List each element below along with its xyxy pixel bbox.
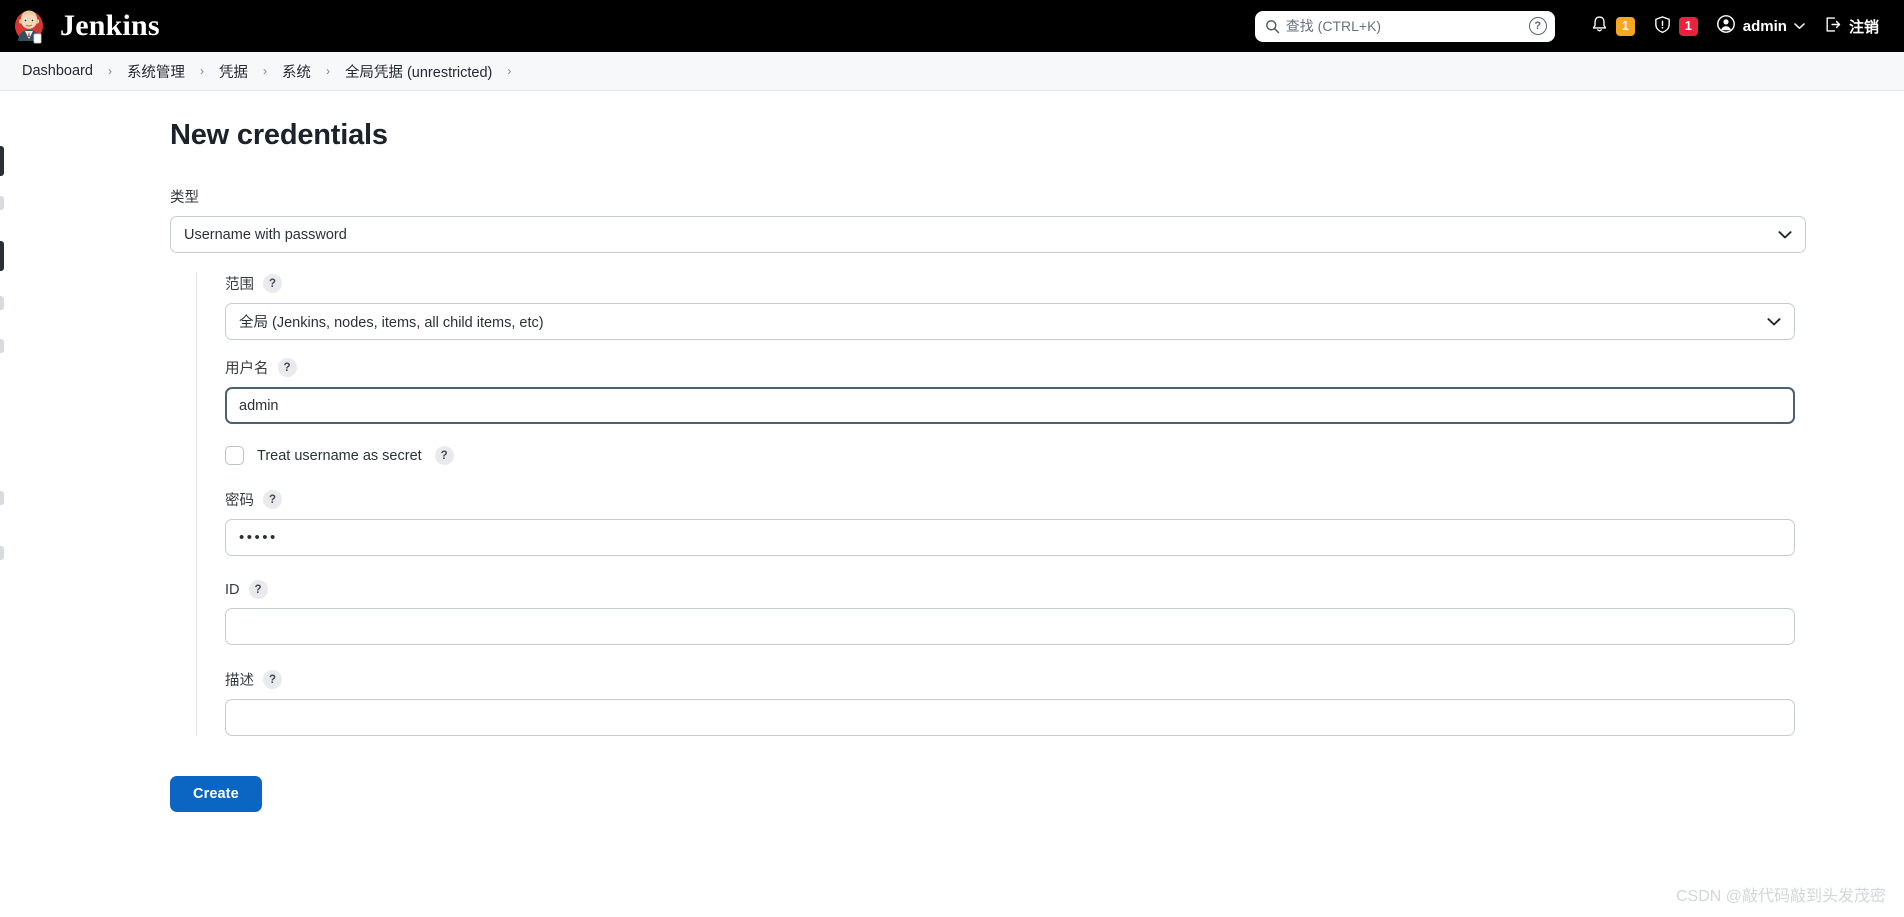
description-label: 描述 [225,673,254,689]
description-label-row: 描述 ? [225,669,1904,690]
security-warnings-button[interactable]: 1 [1644,9,1707,43]
username-help-icon[interactable]: ? [277,358,297,377]
breadcrumb-item-global-credentials[interactable]: 全局凭据 (unrestricted) [341,58,496,85]
app-header: Jenkins ? 1 [0,0,1904,52]
header-actions: 1 1 admin 注销 [1581,9,1888,43]
notifications-button[interactable]: 1 [1581,9,1644,43]
security-count-badge: 1 [1678,16,1698,36]
treat-username-as-secret-label: Treat username as secret [257,447,422,464]
scope-label: 范围 [225,277,254,293]
notifications-count-badge: 1 [1615,16,1635,36]
field-kind: 类型 Username with password [170,186,1904,253]
user-circle-icon [1716,14,1736,38]
kind-select[interactable]: Username with password [170,216,1806,253]
bell-icon [1590,15,1609,38]
field-scope: 范围 ? 全局 (Jenkins, nodes, items, all chil… [225,273,1904,340]
id-label-row: ID ? [225,580,1904,599]
scope-label-row: 范围 ? [225,273,1904,294]
password-label-row: 密码 ? [225,489,1904,510]
search-box[interactable]: ? [1254,10,1555,42]
user-name-label: admin [1742,17,1787,35]
chevron-down-icon [1778,230,1792,239]
scope-select[interactable]: 全局 (Jenkins, nodes, items, all child ite… [225,303,1795,340]
user-menu-button[interactable]: admin [1707,9,1814,43]
logout-button[interactable]: 注销 [1814,9,1888,43]
field-username: 用户名 ? admin [225,357,1904,424]
create-button[interactable]: Create [170,776,262,812]
breadcrumb-item-dashboard[interactable]: Dashboard [18,60,97,82]
credential-details-section: 范围 ? 全局 (Jenkins, nodes, items, all chil… [196,273,1904,736]
description-help-icon[interactable]: ? [263,670,282,689]
breadcrumb-separator: › [107,64,112,78]
id-input[interactable] [225,608,1795,645]
field-description: 描述 ? [225,669,1904,736]
password-label: 密码 [225,493,254,509]
jenkins-butler-logo-icon [12,6,50,46]
kind-label-row: 类型 [170,186,1904,207]
search-input[interactable] [1279,18,1529,34]
breadcrumb-item-credentials[interactable]: 凭据 [215,58,252,85]
logout-icon [1823,15,1842,38]
username-label: 用户名 [225,361,269,377]
id-label: ID [225,581,240,598]
chevron-down-icon [1767,317,1781,326]
scope-selected-value: 全局 (Jenkins, nodes, items, all child ite… [239,315,544,331]
scope-help-icon[interactable]: ? [263,274,282,293]
field-password: 密码 ? ••••• [225,489,1904,556]
breadcrumb-item-manage[interactable]: 系统管理 [123,58,189,85]
treat-username-as-secret-help-icon[interactable]: ? [434,446,454,465]
username-value: admin [239,397,279,414]
description-input[interactable] [225,699,1795,736]
shield-warning-icon [1653,15,1672,38]
username-label-row: 用户名 ? [225,357,1904,378]
breadcrumb: Dashboard › 系统管理 › 凭据 › 系统 › 全局凭据 (unres… [0,52,1904,91]
watermark: CSDN @敲代码敲到头发茂密 [1675,888,1886,905]
kind-selected-value: Username with password [184,226,347,243]
search-icon [1265,19,1280,34]
breadcrumb-separator: › [507,64,512,78]
breadcrumb-separator: › [262,64,267,78]
username-input[interactable]: admin [225,387,1795,424]
treat-username-as-secret-checkbox[interactable] [225,446,244,465]
treat-username-as-secret-row[interactable]: Treat username as secret ? [225,446,1904,465]
jenkins-home-link[interactable]: Jenkins [12,6,160,46]
breadcrumb-separator: › [199,64,204,78]
page-title: New credentials [170,119,388,151]
password-help-icon[interactable]: ? [263,490,282,509]
breadcrumb-separator: › [325,64,330,78]
password-value: ••••• [239,529,278,546]
field-id: ID ? [225,580,1904,645]
chevron-down-icon [1794,22,1805,30]
page-body: New credentials 类型 Username with passwor… [0,91,1904,916]
logout-label: 注销 [1848,18,1879,36]
password-input[interactable]: ••••• [225,519,1795,556]
breadcrumb-item-system[interactable]: 系统 [278,58,315,85]
brand-name: Jenkins [60,9,160,42]
kind-label: 类型 [170,190,199,206]
search-help-icon[interactable]: ? [1528,17,1547,35]
id-help-icon[interactable]: ? [248,580,268,599]
form-actions: Create [170,776,1904,812]
main-content: New credentials 类型 Username with passwor… [0,91,1904,812]
